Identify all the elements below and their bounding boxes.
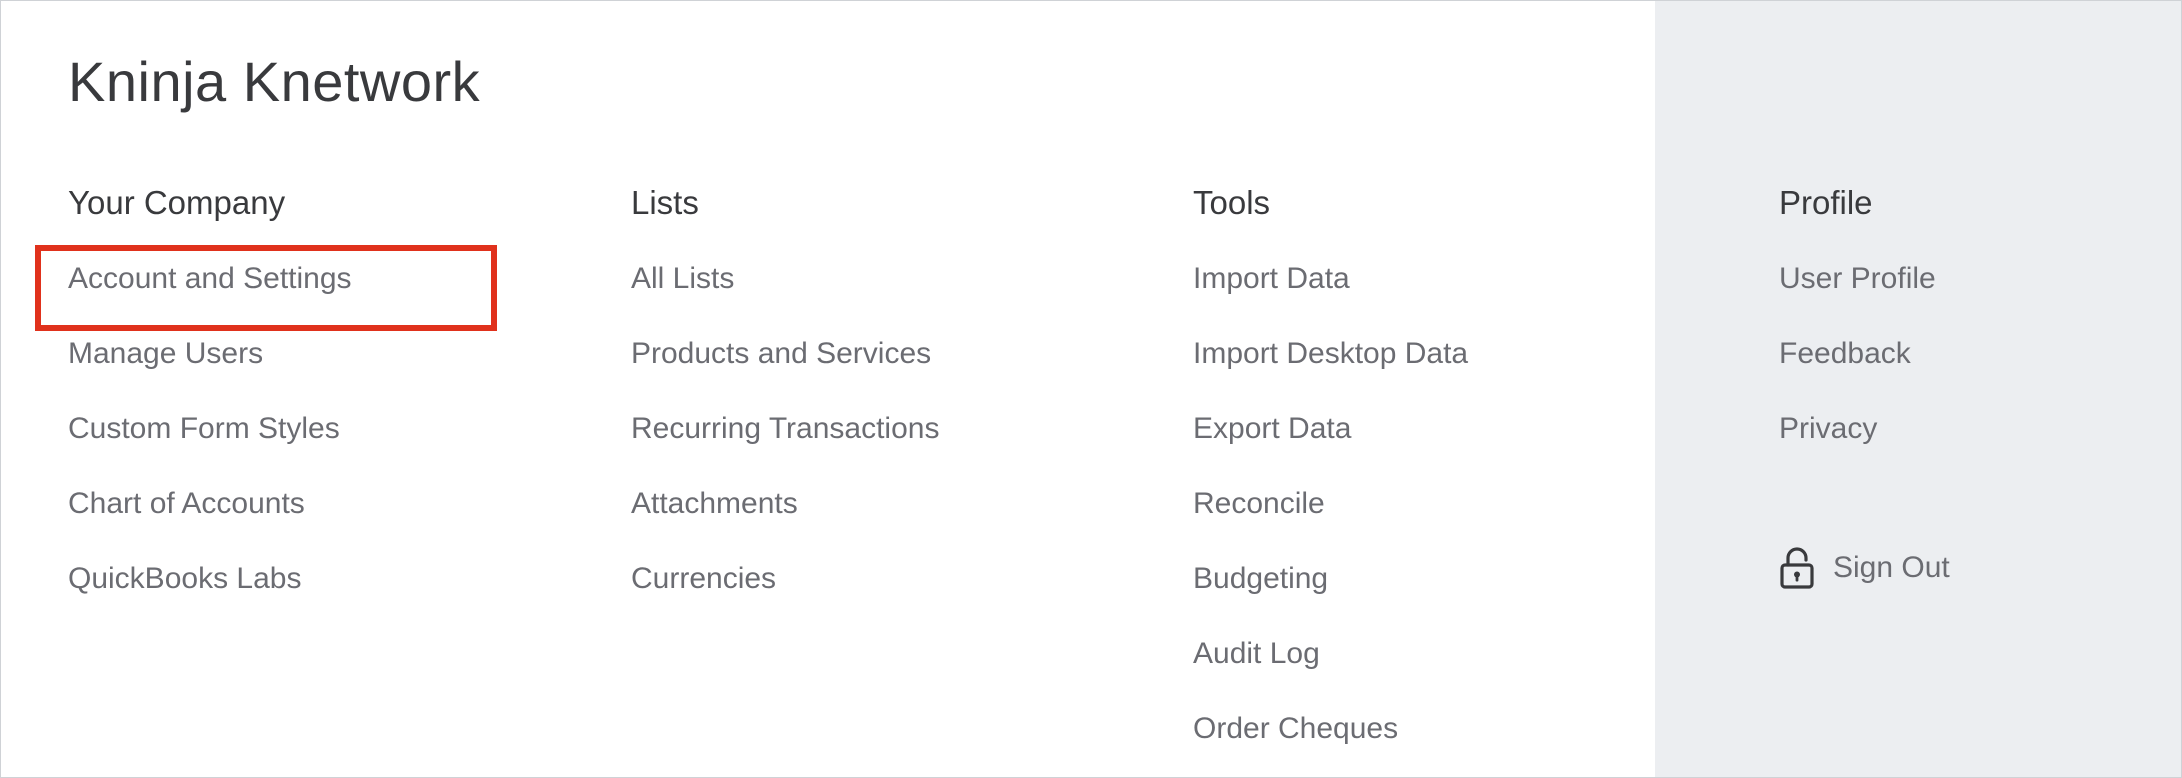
menu-item-all-lists[interactable]: All Lists (631, 256, 939, 301)
sign-out-label: Sign Out (1833, 551, 1950, 584)
column-heading-your-company: Your Company (68, 184, 286, 221)
menu-item-products-and-services[interactable]: Products and Services (631, 331, 939, 376)
menu-item-currencies[interactable]: Currencies (631, 556, 939, 601)
column-lists: Lists All Lists Products and Services Re… (631, 179, 939, 631)
menu-item-budgeting[interactable]: Budgeting (1193, 556, 1468, 601)
menu-item-custom-form-styles[interactable]: Custom Form Styles (68, 406, 352, 451)
menu-item-privacy[interactable]: Privacy (1779, 406, 1936, 451)
lock-icon (1780, 547, 1814, 589)
column-profile: Profile User Profile Feedback Privacy (1779, 179, 1936, 481)
menu-item-import-desktop-data[interactable]: Import Desktop Data (1193, 331, 1468, 376)
column-heading-tools: Tools (1193, 184, 1271, 221)
menu-item-chart-of-accounts[interactable]: Chart of Accounts (68, 481, 352, 526)
column-tools: Tools Import Data Import Desktop Data Ex… (1193, 179, 1468, 777)
menu-item-reconcile[interactable]: Reconcile (1193, 481, 1468, 526)
menu-item-recurring-transactions[interactable]: Recurring Transactions (631, 406, 939, 451)
settings-menu: Kninja Knetwork Your Company Account and… (0, 0, 2182, 778)
column-heading-profile: Profile (1779, 184, 1873, 221)
menu-item-order-cheques[interactable]: Order Cheques (1193, 706, 1468, 751)
sign-out-button[interactable]: Sign Out (1779, 546, 1950, 590)
menu-item-export-data[interactable]: Export Data (1193, 406, 1468, 451)
highlight-box (35, 245, 497, 331)
menu-item-feedback[interactable]: Feedback (1779, 331, 1936, 376)
menu-item-quickbooks-labs[interactable]: QuickBooks Labs (68, 556, 352, 601)
menu-item-manage-users[interactable]: Manage Users (68, 331, 352, 376)
column-heading-lists: Lists (631, 184, 699, 221)
menu-item-user-profile[interactable]: User Profile (1779, 256, 1936, 301)
menu-item-attachments[interactable]: Attachments (631, 481, 939, 526)
menu-item-audit-log[interactable]: Audit Log (1193, 631, 1468, 676)
company-name: Kninja Knetwork (68, 50, 481, 113)
menu-item-import-data[interactable]: Import Data (1193, 256, 1468, 301)
